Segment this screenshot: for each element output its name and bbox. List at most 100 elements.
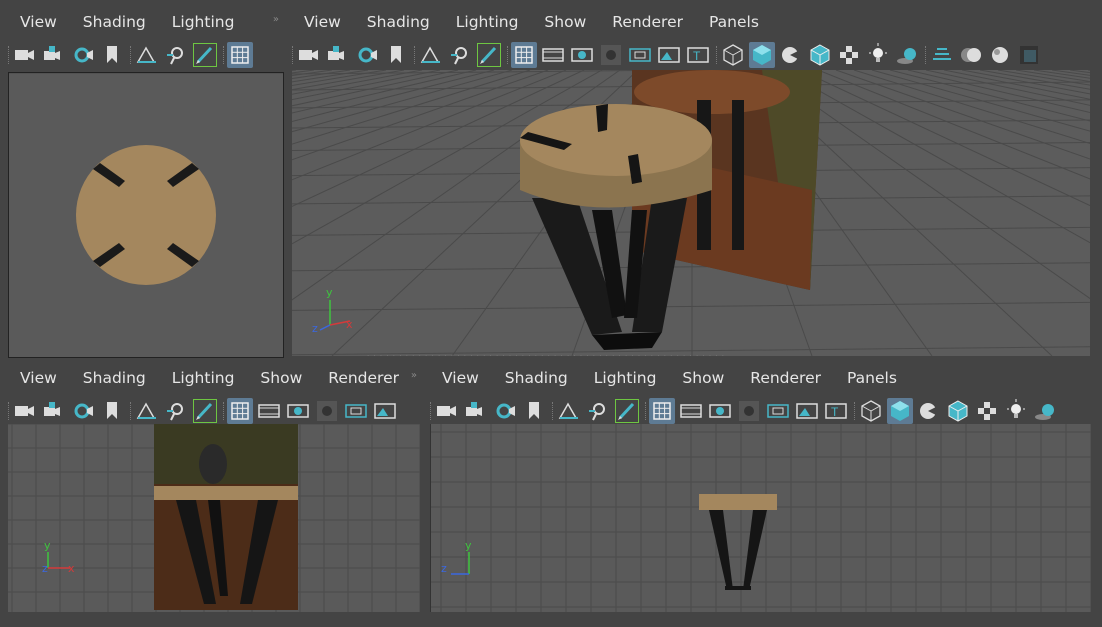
grid-icon[interactable]	[511, 42, 537, 68]
menu-view[interactable]: View	[428, 364, 492, 392]
film-gate-icon[interactable]	[678, 398, 704, 424]
image-plane-icon[interactable]	[134, 42, 160, 68]
shadows-icon[interactable]	[894, 42, 920, 68]
field-chart-icon[interactable]	[765, 398, 791, 424]
shaded-wireframe-icon[interactable]	[807, 42, 833, 68]
grease-pencil-icon[interactable]	[192, 42, 218, 68]
top-viewport[interactable]: y x z	[8, 72, 284, 358]
menu-show[interactable]: Show	[247, 364, 315, 392]
menu-shading[interactable]: Shading	[70, 8, 159, 36]
menu-shading[interactable]: Shading	[492, 364, 581, 392]
depth-of-field-icon[interactable]	[1016, 42, 1042, 68]
motion-blur-icon[interactable]	[958, 42, 984, 68]
menu-view[interactable]: View	[6, 364, 70, 392]
bookmark-icon[interactable]	[521, 398, 547, 424]
side-viewport[interactable]: y z	[430, 424, 1091, 612]
resolution-gate-icon[interactable]	[707, 398, 733, 424]
shadows-icon[interactable]	[1032, 398, 1058, 424]
menu-overflow-chevron[interactable]: »	[273, 14, 279, 25]
menu-view[interactable]: View	[6, 8, 70, 36]
film-gate-icon[interactable]	[256, 398, 282, 424]
default-material-icon[interactable]	[778, 42, 804, 68]
2d-pan-zoom-icon[interactable]	[163, 42, 189, 68]
camera-icon[interactable]	[296, 42, 322, 68]
textured-icon[interactable]	[836, 42, 862, 68]
camera-icon[interactable]	[12, 42, 38, 68]
grid-line	[979, 70, 1090, 90]
camera-attributes-icon[interactable]	[70, 42, 96, 68]
resolution-gate-icon[interactable]	[285, 398, 311, 424]
image-plane-icon[interactable]	[134, 398, 160, 424]
menu-panels[interactable]: Panels	[834, 364, 910, 392]
front-viewport[interactable]: y x z	[8, 424, 420, 612]
menu-shading[interactable]: Shading	[354, 8, 443, 36]
2d-pan-zoom-icon[interactable]	[447, 42, 473, 68]
menu-show[interactable]: Show	[669, 364, 737, 392]
grid-line	[292, 70, 315, 74]
lights-icon[interactable]	[1003, 398, 1029, 424]
menu-show[interactable]: Show	[531, 8, 599, 36]
camera-lock-icon[interactable]	[41, 42, 67, 68]
menu-lighting[interactable]: Lighting	[443, 8, 532, 36]
menu-renderer[interactable]: Renderer	[599, 8, 696, 36]
gate-mask-icon[interactable]	[736, 398, 762, 424]
bookmark-icon[interactable]	[99, 42, 125, 68]
safe-title-icon[interactable]: T	[685, 42, 711, 68]
grease-pencil-icon[interactable]	[192, 398, 218, 424]
camera-lock-icon[interactable]	[463, 398, 489, 424]
ambient-occlusion-icon[interactable]	[929, 42, 955, 68]
shaded-wireframe-icon[interactable]	[945, 398, 971, 424]
grid-icon[interactable]	[227, 398, 253, 424]
camera-attributes-icon[interactable]	[354, 42, 380, 68]
menu-panels[interactable]: Panels	[696, 8, 772, 36]
gate-mask-icon[interactable]	[598, 42, 624, 68]
perspective-viewport[interactable]: y x z	[292, 70, 1090, 356]
camera-icon[interactable]	[12, 398, 38, 424]
grid-line	[292, 262, 1090, 272]
axis-gizmo: y x z	[43, 316, 74, 357]
menu-lighting[interactable]: Lighting	[159, 8, 248, 36]
grid-icon[interactable]	[227, 42, 253, 68]
smooth-shade-icon[interactable]	[749, 42, 775, 68]
default-material-icon[interactable]	[916, 398, 942, 424]
safe-action-icon[interactable]	[372, 398, 398, 424]
2d-pan-zoom-icon[interactable]	[163, 398, 189, 424]
menu-overflow-chevron[interactable]: »	[411, 370, 417, 381]
grease-pencil-icon[interactable]	[476, 42, 502, 68]
camera-attributes-icon[interactable]	[70, 398, 96, 424]
camera-lock-icon[interactable]	[325, 42, 351, 68]
film-gate-icon[interactable]	[540, 42, 566, 68]
image-plane-icon[interactable]	[556, 398, 582, 424]
resolution-gate-icon[interactable]	[569, 42, 595, 68]
axis-z-label: z	[441, 562, 447, 575]
safe-title-icon[interactable]: T	[823, 398, 849, 424]
grid-line	[907, 70, 1090, 114]
menu-renderer[interactable]: Renderer	[737, 364, 834, 392]
bookmark-icon[interactable]	[99, 398, 125, 424]
safe-action-icon[interactable]	[794, 398, 820, 424]
2d-pan-zoom-icon[interactable]	[585, 398, 611, 424]
menu-shading[interactable]: Shading	[70, 364, 159, 392]
menu-renderer[interactable]: Renderer	[315, 364, 412, 392]
pane-splitter-handle[interactable]: · · · · · · · · · · · · · · · · · · · · …	[367, 352, 727, 360]
bookmark-icon[interactable]	[383, 42, 409, 68]
image-plane-icon[interactable]	[418, 42, 444, 68]
anti-aliasing-icon[interactable]	[987, 42, 1013, 68]
menu-lighting[interactable]: Lighting	[581, 364, 670, 392]
field-chart-icon[interactable]	[343, 398, 369, 424]
grid-icon[interactable]	[649, 398, 675, 424]
menu-view[interactable]: View	[290, 8, 354, 36]
wireframe-icon[interactable]	[858, 398, 884, 424]
textured-icon[interactable]	[974, 398, 1000, 424]
camera-attributes-icon[interactable]	[492, 398, 518, 424]
smooth-shade-icon[interactable]	[887, 398, 913, 424]
menu-lighting[interactable]: Lighting	[159, 364, 248, 392]
grease-pencil-icon[interactable]	[614, 398, 640, 424]
wireframe-icon[interactable]	[720, 42, 746, 68]
gate-mask-icon[interactable]	[314, 398, 340, 424]
field-chart-icon[interactable]	[627, 42, 653, 68]
camera-icon[interactable]	[434, 398, 460, 424]
camera-lock-icon[interactable]	[41, 398, 67, 424]
lights-icon[interactable]	[865, 42, 891, 68]
safe-action-icon[interactable]	[656, 42, 682, 68]
